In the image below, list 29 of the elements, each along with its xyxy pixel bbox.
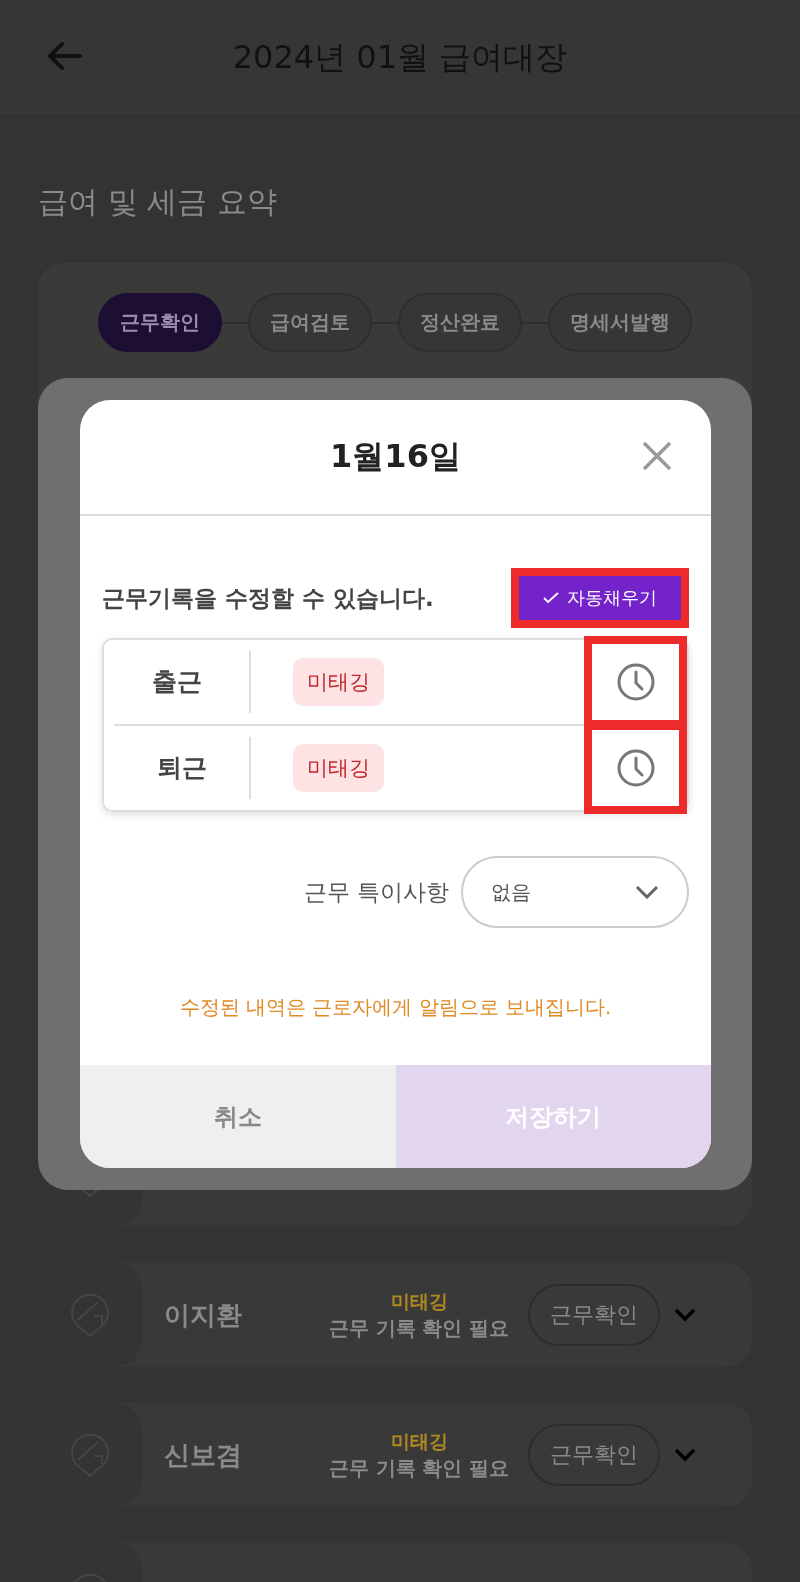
remark-dropdown[interactable]: 없음 xyxy=(461,856,689,928)
step-pill[interactable]: 정산완료 xyxy=(398,293,522,352)
status-label: 미태깅 xyxy=(390,1288,448,1314)
employee-name: 신보겸 xyxy=(164,1438,243,1472)
chevron-down-icon[interactable] xyxy=(674,1308,696,1322)
confirm-work-button[interactable]: 근무확인 xyxy=(528,1424,660,1486)
dialog-title: 1월16일 xyxy=(330,436,461,477)
clock-icon xyxy=(615,662,656,702)
record-label: 출근 xyxy=(104,651,251,713)
untagged-badge: 미태깅 xyxy=(293,658,384,706)
chevron-down-icon xyxy=(635,885,659,899)
cancel-button[interactable]: 취소 xyxy=(80,1065,396,1168)
dialog-message: 근무기록을 수정할 수 있습니다. xyxy=(102,583,434,613)
status-note: 근무 기록 확인 필요 xyxy=(328,1314,510,1342)
employee-name: 이지환 xyxy=(164,1298,243,1332)
step-pill[interactable]: 명세서발행 xyxy=(548,293,692,352)
check-icon xyxy=(543,592,559,604)
remark-label: 근무 특이사항 xyxy=(303,877,449,907)
chevron-down-icon[interactable] xyxy=(674,1448,696,1462)
status-label: 미태깅 xyxy=(390,1428,448,1454)
status-note: 근무 기록 확인 필요 xyxy=(328,1454,510,1482)
step-pill[interactable]: 급여검토 xyxy=(248,293,372,352)
untagged-badge: 미태깅 xyxy=(293,744,384,792)
step-pill[interactable]: 근무확인 xyxy=(98,293,222,352)
notice-text: 수정된 내역은 근로자에게 알림으로 보내집니다. xyxy=(178,994,613,1021)
confirm-work-button[interactable]: 근무확인 xyxy=(528,1284,660,1346)
clock-icon xyxy=(615,748,656,788)
section-title: 급여 및 세금 요약 xyxy=(38,183,278,221)
record-label: 퇴근 xyxy=(114,737,251,799)
